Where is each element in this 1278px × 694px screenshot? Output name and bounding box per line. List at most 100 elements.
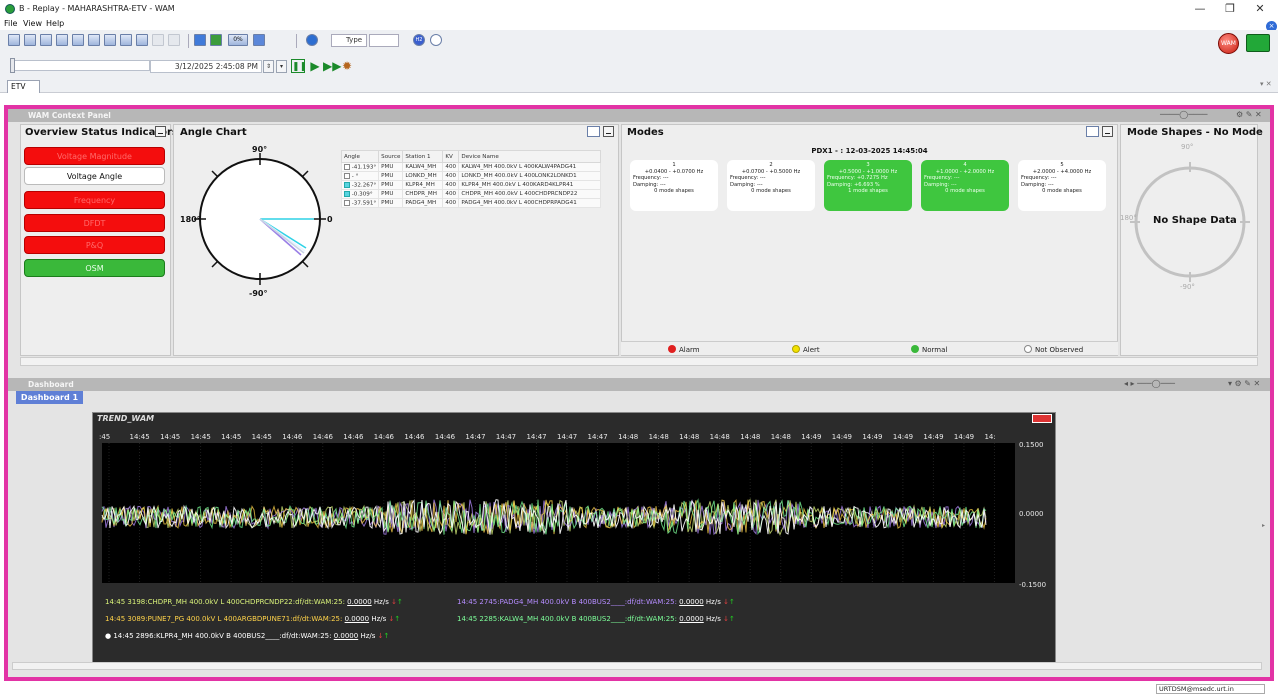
table-cell: -0.309°	[340, 189, 380, 199]
table-row[interactable]: - ° PMU LONKD_MH 400 LONKD_MH 400.0kV L …	[340, 171, 601, 181]
mode-card-4[interactable]: 4 +1.0000 - +2.0000 Hz Frequency: --- Da…	[921, 160, 1009, 211]
mode-freq-value: ---	[759, 175, 766, 181]
row-checkbox[interactable]	[344, 190, 350, 197]
context-horizontal-scrollbar[interactable]	[20, 357, 1258, 366]
angle-chart-minimize-icon[interactable]	[603, 126, 614, 137]
maximize-button[interactable]: ❐	[1216, 1, 1244, 17]
save-icon[interactable]	[253, 34, 265, 46]
trend-legend-4[interactable]: 14:45 2285:KALW4_MH 400.0kV B 400BUS2___…	[457, 615, 735, 623]
play-icon[interactable]: ▶	[308, 59, 322, 73]
layout-icon[interactable]	[40, 34, 52, 46]
zoom-in-icon[interactable]	[72, 34, 84, 46]
scroll-right-icon[interactable]: ▸	[1262, 522, 1265, 529]
time-tick-label: 14:46	[343, 433, 364, 441]
tab-etv[interactable]: ETV	[7, 80, 40, 93]
legend-time: 14:45	[105, 615, 126, 623]
playback-slider-thumb[interactable]	[10, 58, 15, 73]
network-status-icon[interactable]	[1246, 34, 1270, 52]
bars-icon[interactable]	[210, 34, 222, 46]
indicator-pq[interactable]: P&Q	[24, 236, 165, 254]
back-icon[interactable]	[152, 34, 164, 46]
mode-freq-label: Frequency:	[633, 175, 662, 181]
zoom-percent[interactable]: 0%	[228, 34, 248, 46]
panel-zoom-slider[interactable]: ────◯────	[1160, 110, 1207, 119]
mode-freq-value: +0.7275 Hz	[856, 175, 888, 181]
type-dropdown[interactable]	[369, 34, 399, 47]
col-source[interactable]: Source	[378, 150, 404, 163]
indicator-osm[interactable]: OSM	[24, 259, 165, 277]
datetime-spin-icon[interactable]: ⇕	[263, 60, 274, 73]
panel-controls-icon[interactable]: ⚙ ✎ ✕	[1236, 110, 1262, 119]
menu-file[interactable]: File	[4, 19, 17, 28]
dashboard-zoom-slider[interactable]: ◂ ▸ ───◯───	[1124, 379, 1175, 388]
trend-close-icon[interactable]	[1032, 414, 1052, 423]
forward-icon[interactable]	[168, 34, 180, 46]
table-row[interactable]: -41.193° PMU KALW4_MH 400 KALW4_MH 400.0…	[340, 162, 601, 172]
close-button[interactable]: ✕	[1246, 1, 1274, 17]
mode-card-2[interactable]: 2 +0.0700 - +0.5000 Hz Frequency: --- Da…	[727, 160, 815, 211]
globe-icon[interactable]	[306, 34, 318, 46]
display-icon[interactable]	[8, 34, 20, 46]
time-tick-label: 14:47	[465, 433, 485, 441]
zoom-out-icon[interactable]	[88, 34, 100, 46]
document-tabstrip	[0, 78, 1278, 93]
settings-icon[interactable]: ✹	[340, 59, 354, 73]
overview-minimize-icon[interactable]	[155, 126, 166, 137]
row-checkbox[interactable]	[344, 172, 350, 179]
modes-options-icon[interactable]	[1086, 126, 1099, 137]
legend-not-observed: Not Observed	[1024, 345, 1083, 354]
tab-dashboard-1[interactable]: Dashboard 1	[16, 391, 83, 404]
mode-card-1[interactable]: 1 +0.0400 - +0.0700 Hz Frequency: --- Da…	[630, 160, 718, 211]
time-tick-label: 14:47	[557, 433, 577, 441]
row-checkbox[interactable]	[344, 181, 350, 188]
col-angle[interactable]: Angle	[340, 150, 380, 163]
mode-card-5[interactable]: 5 +2.0000 - +4.0000 Hz Frequency: --- Da…	[1018, 160, 1106, 211]
dashboard-horizontal-scrollbar[interactable]	[12, 662, 1262, 670]
mode-freq-value: ---	[662, 175, 669, 181]
trend-legend-1[interactable]: 14:45 3198:CHDPR_MH 400.0kV L 400CHDPRCN…	[105, 598, 403, 606]
map-icon[interactable]	[56, 34, 68, 46]
indicator-voltage-angle[interactable]: Voltage Angle	[24, 167, 165, 185]
modes-minimize-icon[interactable]	[1102, 126, 1113, 137]
row-checkbox[interactable]	[344, 163, 350, 170]
tools-icon[interactable]	[194, 34, 206, 46]
indicator-voltage-magnitude[interactable]: Voltage Magnitude	[24, 147, 165, 165]
legend-value: 0.0000	[679, 598, 704, 606]
table-row[interactable]: -37.591° PMU PADG4_MH 400 PADG4_MH 400.0…	[340, 198, 601, 208]
playback-slider[interactable]	[10, 60, 150, 71]
mode-freq-label: Frequency:	[730, 175, 759, 181]
tab-menu-icon[interactable]: ▾ ✕	[1260, 80, 1272, 88]
up-arrow-icon: ↑	[729, 615, 735, 623]
fast-forward-icon[interactable]: ▶▶	[323, 59, 341, 73]
trend-legend-5[interactable]: ● 14:45 2896:KLPR4_MH 400.0kV B 400BUS2_…	[105, 632, 389, 640]
indicator-dfdt[interactable]: DFDT	[24, 214, 165, 232]
trend-legend-3[interactable]: 14:45 3089:PUNE7_PG 400.0kV L 400ARGBDPU…	[105, 615, 400, 623]
layers-icon[interactable]	[136, 34, 148, 46]
title-bar: B - Replay - MAHARASHTRA-ETV - WAM — ❐ ✕	[0, 0, 1278, 19]
type-select[interactable]: Type	[331, 34, 367, 47]
table-row[interactable]: -0.309° PMU CHDPR_MH 400 CHDPR_MH 400.0k…	[340, 189, 601, 199]
row-checkbox[interactable]	[344, 199, 350, 206]
indicator-frequency[interactable]: Frequency	[24, 191, 165, 209]
wam-alarm-icon[interactable]: WAM	[1218, 33, 1239, 54]
h2-icon[interactable]: H2	[413, 34, 425, 46]
col-station[interactable]: Station 1	[402, 150, 444, 163]
angle-chart-title: Angle Chart	[180, 127, 247, 138]
fit-icon[interactable]	[104, 34, 116, 46]
grid-icon[interactable]	[24, 34, 36, 46]
pause-icon[interactable]: ❚❚	[291, 59, 307, 73]
menu-help[interactable]: Help	[46, 19, 64, 28]
mode-card-3[interactable]: 3 +0.5000 - +1.0000 Hz Frequency: +0.727…	[824, 160, 912, 211]
replay-datetime-input[interactable]: 3/12/2025 2:45:08 PM	[150, 60, 262, 73]
angle-chart-options-icon[interactable]	[587, 126, 600, 137]
trend-legend-2[interactable]: 14:45 2745:PADG4_MH 400.0kV B 400BUS2___…	[457, 598, 735, 606]
dashboard-controls-icon[interactable]: ▾ ⚙ ✎ ✕	[1228, 379, 1260, 388]
minimize-button[interactable]: —	[1186, 1, 1214, 17]
col-kv[interactable]: KV	[442, 150, 460, 163]
pan-icon[interactable]	[120, 34, 132, 46]
table-row[interactable]: -32.267° PMU KLPR4_MH 400 KLPR4_MH 400.0…	[340, 180, 601, 190]
col-device-name[interactable]: Device Name	[458, 150, 601, 163]
menu-view[interactable]: View	[23, 19, 42, 28]
clock-icon[interactable]	[430, 34, 442, 46]
datetime-dropdown-icon[interactable]: ▾	[276, 60, 287, 73]
